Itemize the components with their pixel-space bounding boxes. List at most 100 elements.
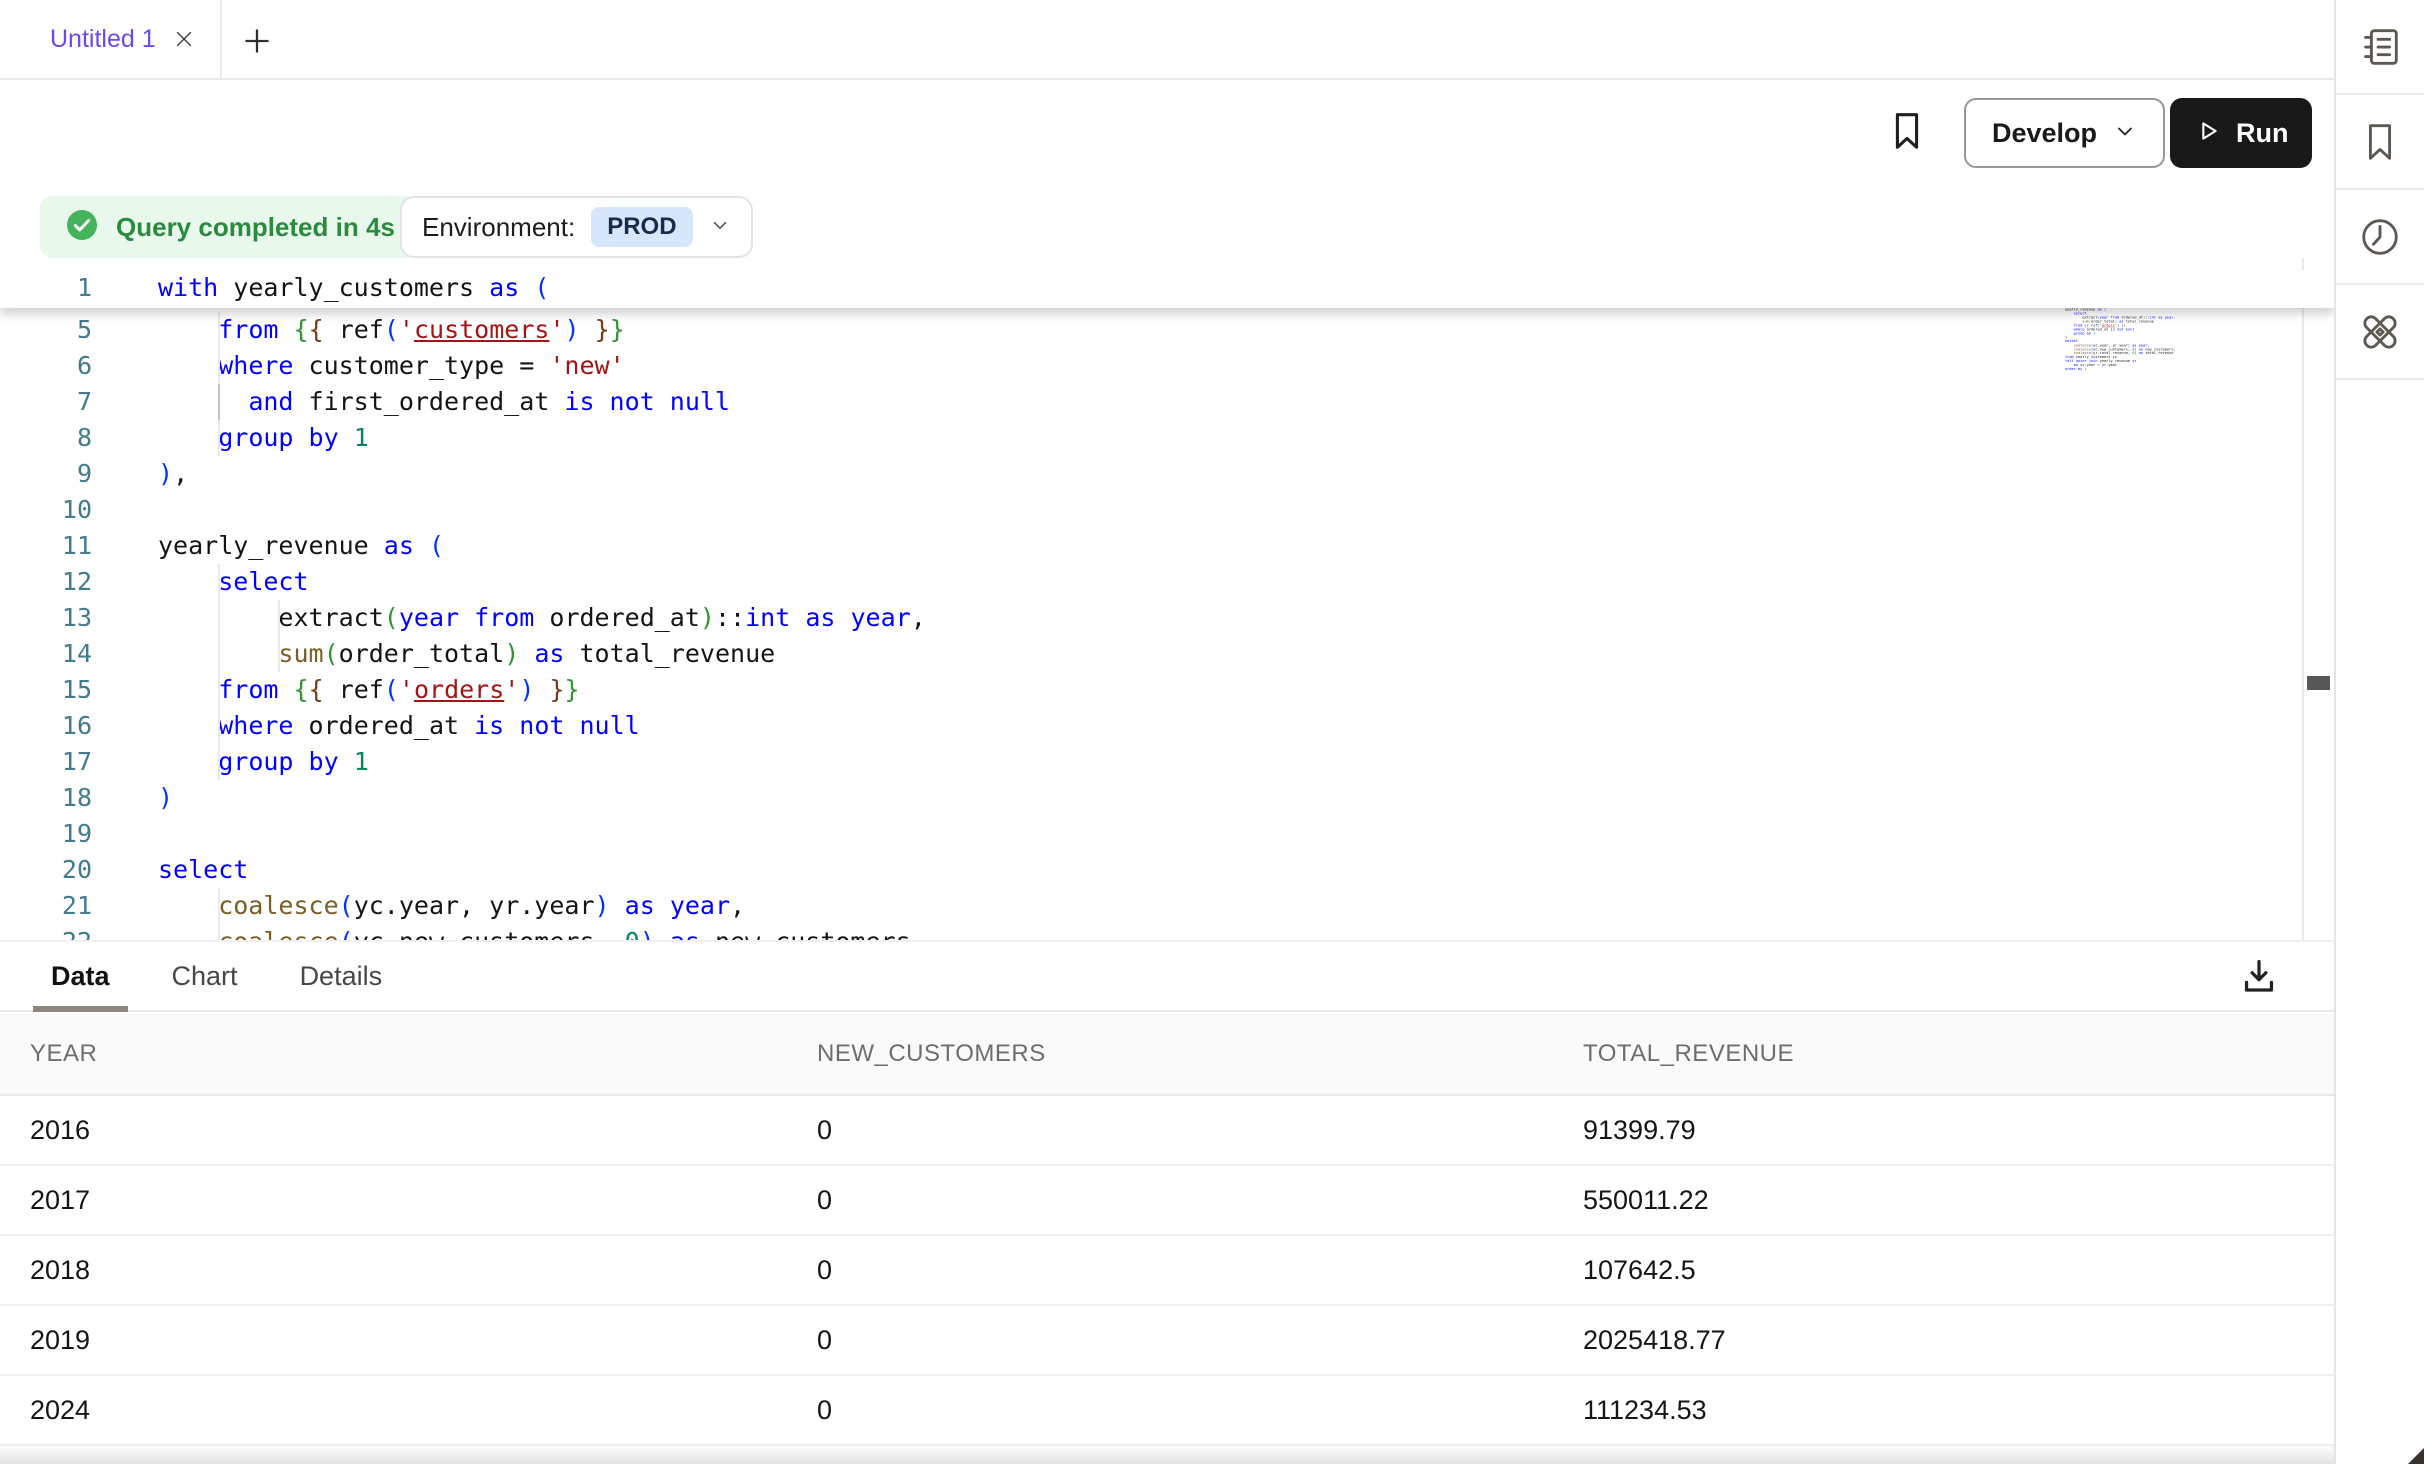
code-token: ( <box>384 315 399 344</box>
ref-model-link[interactable]: customers <box>414 315 549 344</box>
editor-minimap[interactable]: with yearly_customers as ( select extrac… <box>2065 272 2297 632</box>
bookmark-icon[interactable] <box>1884 108 1930 154</box>
code-token: ) <box>700 603 715 632</box>
run-label: Run <box>2236 118 2288 149</box>
tab-chart[interactable]: Chart <box>154 942 256 1010</box>
column-year: YEAR <box>0 1040 787 1068</box>
compass-icon[interactable] <box>2336 285 2424 380</box>
code-token: as <box>625 891 655 920</box>
tab-details-label: Details <box>300 961 383 992</box>
code-token: extract <box>158 603 384 632</box>
new-tab-button[interactable] <box>240 24 274 58</box>
tab-bar: Untitled 1 <box>0 0 2424 80</box>
code-token: 1 <box>2085 367 2087 371</box>
code-text: select <box>158 852 248 888</box>
editor-scrollbar-track[interactable] <box>2302 258 2334 940</box>
column-new-customers: NEW_CUSTOMERS <box>787 1040 1553 1068</box>
code-token: ( <box>429 531 444 560</box>
code-token: yearly_revenue <box>158 531 384 560</box>
code-token <box>158 567 218 596</box>
code-token: coalesce <box>158 891 339 920</box>
table-cell: 0 <box>787 1185 1553 1216</box>
code-line: 8 group by 1 <box>0 420 2334 456</box>
history-icon[interactable] <box>2336 190 2424 285</box>
tab-data-label: Data <box>51 961 110 992</box>
code-token: from <box>218 315 278 344</box>
table-cell: 111234.53 <box>1553 1395 2334 1426</box>
code-token <box>519 273 534 302</box>
code-token: :: <box>715 603 745 632</box>
line-number: 10 <box>0 492 158 528</box>
line-number: 15 <box>0 672 158 708</box>
query-status-pill: Query completed in 4s <box>40 196 419 258</box>
code-token: yearly_customers <box>218 273 489 302</box>
tab-data[interactable]: Data <box>33 942 128 1010</box>
code-token: as <box>805 603 835 632</box>
code-token <box>339 423 354 452</box>
notebook-icon[interactable] <box>2336 0 2424 95</box>
sql-code-editor[interactable]: 5 from {{ ref('customers') }}6 where cus… <box>0 258 2334 940</box>
code-token: and <box>248 387 293 416</box>
bookmark-icon[interactable] <box>2336 95 2424 190</box>
table-cell: 0 <box>787 1255 1553 1286</box>
code-line: 17 group by 1 <box>0 744 2334 780</box>
code-token: 1 <box>2093 331 2095 335</box>
line-number: 1 <box>0 270 158 306</box>
code-text: yearly_revenue as ( <box>158 528 444 564</box>
code-token <box>158 675 218 704</box>
tab-details[interactable]: Details <box>282 942 401 1010</box>
code-token: ) <box>595 891 610 920</box>
code-token: select <box>158 855 248 884</box>
table-body: 2016091399.7920170550011.2220180107642.5… <box>0 1096 2334 1446</box>
code-line: 11yearly_revenue as ( <box>0 528 2334 564</box>
line-number: 19 <box>0 816 158 852</box>
run-button[interactable]: Run <box>2170 98 2312 168</box>
code-line: 1with yearly_customers as ( <box>0 270 2334 306</box>
line-number: 18 <box>0 780 158 816</box>
download-icon[interactable] <box>2236 954 2282 1000</box>
table-row: 2016091399.79 <box>0 1096 2334 1166</box>
code-text: ) <box>158 780 173 816</box>
line-number: 17 <box>0 744 158 780</box>
code-token: ( <box>339 891 354 920</box>
code-token: } <box>565 675 580 704</box>
editor-scrollbar-handle[interactable] <box>2307 676 2330 690</box>
window-resize-corner[interactable] <box>2408 1448 2424 1464</box>
code-token: year <box>670 891 730 920</box>
code-token: 1 <box>354 423 369 452</box>
develop-dropdown[interactable]: Develop <box>1964 98 2165 168</box>
table-cell: 0 <box>787 1115 1553 1146</box>
tab-untitled-1[interactable]: Untitled 1 <box>0 0 222 78</box>
code-text: where customer_type = 'new' <box>158 348 625 384</box>
code-token: order by <box>2065 367 2082 371</box>
code-token: sum <box>158 639 324 668</box>
code-token: } <box>595 315 610 344</box>
code-token: ' <box>399 315 414 344</box>
table-cell: 2019 <box>0 1325 787 1356</box>
code-line: 5 from {{ ref('customers') }} <box>0 312 2334 348</box>
code-token: 'new' <box>549 351 624 380</box>
code-token: ' <box>399 675 414 704</box>
code-token: as <box>384 531 414 560</box>
code-text: select <box>158 564 309 600</box>
code-token: { <box>309 315 324 344</box>
develop-label: Develop <box>1992 118 2097 149</box>
ref-model-link[interactable]: orders <box>414 675 504 704</box>
results-panel: Data Chart Details YEAR NEW_CUSTOMERS TO… <box>0 940 2334 1464</box>
code-token: coalesce <box>158 927 339 940</box>
line-number: 7 <box>0 384 158 420</box>
code-token: total_revenue <box>2143 351 2173 355</box>
code-token: 0 <box>625 927 640 940</box>
environment-selector[interactable]: Environment: PROD <box>400 196 753 258</box>
code-token <box>158 387 248 416</box>
table-cell: 2016 <box>0 1115 787 1146</box>
close-tab-icon[interactable] <box>172 27 196 51</box>
code-token: as <box>534 639 564 668</box>
code-token: new_customers, <box>700 927 926 940</box>
table-row: 20240111234.53 <box>0 1376 2334 1446</box>
code-token <box>278 315 293 344</box>
code-line: 12 select <box>0 564 2334 600</box>
code-line: 20select <box>0 852 2334 888</box>
line-number: 6 <box>0 348 158 384</box>
code-token <box>835 603 850 632</box>
